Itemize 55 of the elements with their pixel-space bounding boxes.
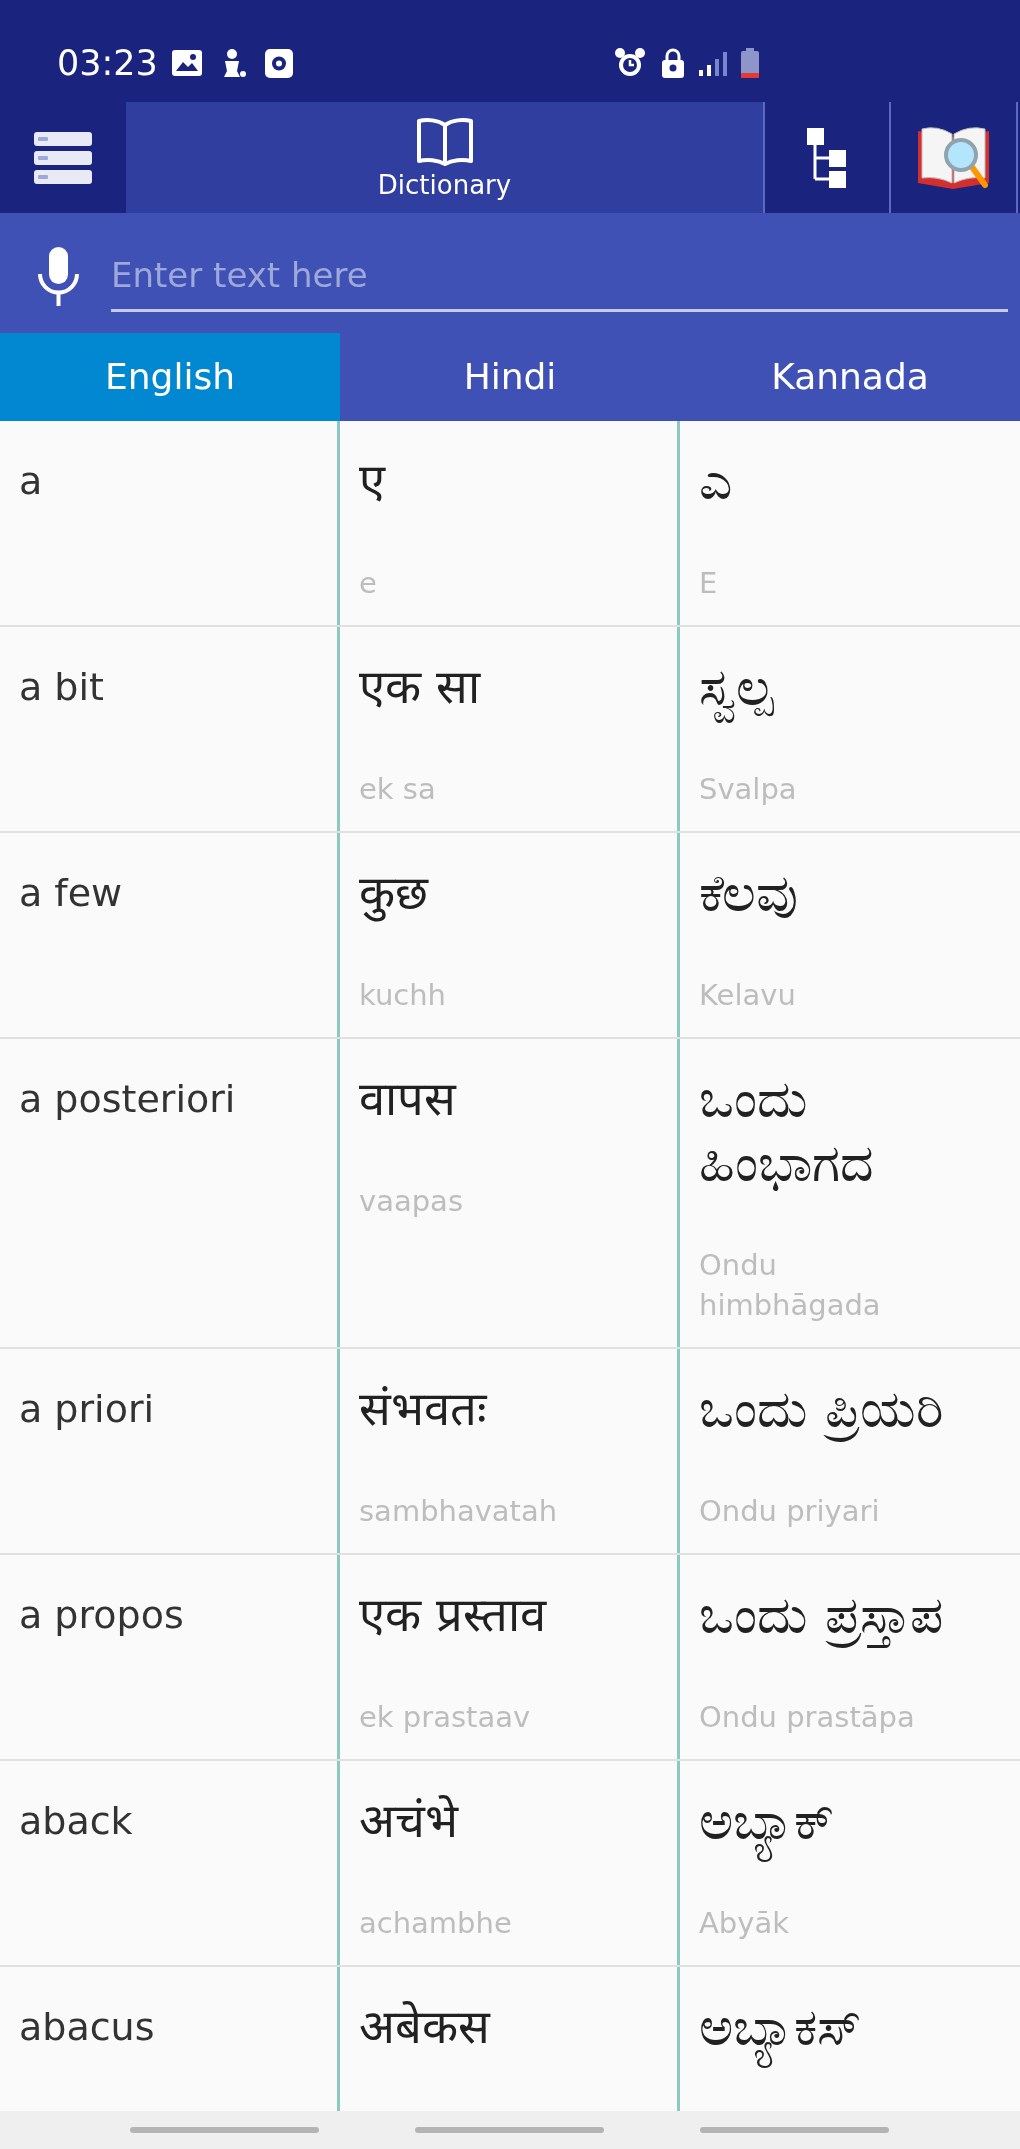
hindi-transliteration: e: [359, 565, 377, 602]
kannada-word: ಒಂದು ಪ್ರಿಯರಿ: [699, 1369, 943, 1449]
language-tab[interactable]: English: [0, 333, 340, 421]
gesture-handle-icon[interactable]: [700, 2127, 889, 2133]
circle-tile-icon: [264, 48, 293, 78]
image-icon: [171, 50, 202, 76]
hindi-word: कुछ: [359, 864, 428, 924]
kannada-word: ಅಬ್ಯಾಕ್: [699, 1781, 834, 1861]
kannada-word: ಒಂದು ಪ್ರಸ್ತಾಪ: [699, 1575, 943, 1655]
hindi-transliteration: vaapas: [359, 1183, 463, 1220]
lock-icon: [662, 48, 684, 78]
kannada-transliteration: Ondu prastāpa: [699, 1699, 915, 1736]
gesture-handle-icon[interactable]: [130, 2127, 319, 2133]
microphone-icon: [36, 246, 81, 306]
kannada-word: ಅಬ್ಯಾಕಸ್: [699, 1987, 862, 2067]
hindi-word: वापस: [359, 1070, 456, 1128]
hindi-transliteration: kuchh: [359, 977, 446, 1014]
alarm-icon: [615, 48, 645, 78]
hindi-word: एक प्रस्ताव: [359, 1586, 546, 1644]
signal-icon: [699, 50, 727, 76]
status-time: 03:23: [57, 43, 158, 83]
kannada-word: ಕೆಲವು: [699, 862, 798, 925]
english-word: a propos: [19, 1592, 184, 1639]
kannada-word: ಸ್ವಲ್ಪ: [699, 647, 774, 727]
hindi-transliteration: sambhavatah: [359, 1493, 558, 1530]
dictionary-tab[interactable]: Dictionary: [126, 102, 763, 213]
hindi-word: संभवतः: [359, 1380, 487, 1438]
kannada-transliteration: Svalpa: [699, 771, 797, 808]
kannada-transliteration: Ondu himbhāgada: [699, 1247, 882, 1324]
english-word: abacus: [19, 2004, 155, 2051]
book-icon: [415, 115, 474, 166]
english-word: a few: [19, 870, 123, 917]
english-word: aback: [19, 1798, 133, 1845]
hierarchy-icon: [807, 127, 847, 188]
hindi-transliteration: achambhe: [359, 1905, 512, 1942]
kannada-transliteration: Ondu priyari: [699, 1493, 880, 1530]
kannada-transliteration: E: [699, 565, 718, 602]
english-word: a bit: [19, 664, 104, 711]
english-word: a: [19, 458, 43, 505]
english-word: a posteriori: [19, 1076, 236, 1123]
hindi-word: अचंभे: [359, 1792, 458, 1850]
hindi-word: एक सा: [359, 658, 480, 716]
hindi-transliteration: ek prastaav: [359, 1699, 531, 1736]
gesture-handle-icon[interactable]: [415, 2127, 604, 2133]
kannada-transliteration: Kelavu: [699, 977, 796, 1014]
kannada-word: ಒಂದು ಹಿಂಭಾಗದ: [699, 1068, 875, 1195]
kannada-transliteration: Abyāk: [699, 1905, 789, 1942]
english-word: a priori: [19, 1386, 155, 1433]
hindi-word: ए: [359, 452, 385, 510]
hindi-word: अबेकस: [359, 1998, 490, 2056]
kannada-word: ಎ: [699, 450, 732, 513]
search-bar[interactable]: Enter text here: [0, 213, 1020, 333]
hindi-transliteration: ek sa: [359, 771, 436, 808]
battery-icon: [740, 48, 760, 78]
menu-icon: [34, 131, 92, 184]
